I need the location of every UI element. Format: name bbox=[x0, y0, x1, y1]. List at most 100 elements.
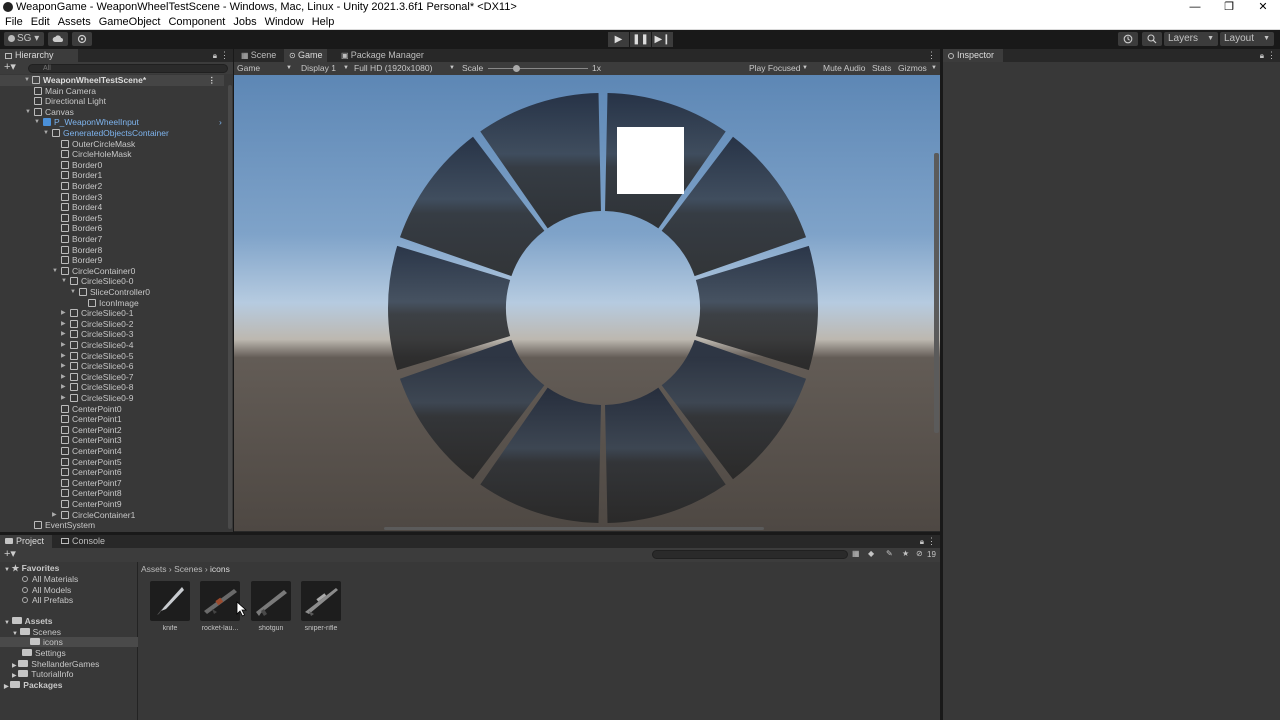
hierarchy-item[interactable]: Directional Light bbox=[34, 96, 106, 107]
close-button[interactable]: ✕ bbox=[1246, 0, 1280, 15]
menu-file[interactable]: File bbox=[2, 15, 26, 29]
more-options-icon[interactable]: ⋮ bbox=[927, 535, 936, 548]
menu-help[interactable]: Help bbox=[309, 15, 338, 29]
chevron-right-icon[interactable]: ▶ bbox=[61, 372, 66, 383]
hierarchy-item[interactable]: ▼ P_WeaponWheelInput › bbox=[34, 117, 222, 128]
folder-shellandergames[interactable]: ▶ ShellanderGames bbox=[12, 659, 99, 669]
menu-jobs[interactable]: Jobs bbox=[230, 15, 259, 29]
hidden-packages-icon[interactable]: ⊘ bbox=[916, 549, 923, 558]
lock-icon[interactable]: 🔒︎ bbox=[1260, 49, 1264, 62]
hierarchy-item[interactable]: ▼ Canvas bbox=[25, 107, 74, 118]
chevron-right-icon[interactable]: ▶ bbox=[61, 340, 66, 351]
hierarchy-item[interactable]: Border5 bbox=[61, 213, 102, 224]
hierarchy-item[interactable]: ▼ CircleContainer0 bbox=[52, 266, 135, 277]
add-object-button[interactable]: +▾ bbox=[4, 60, 16, 73]
asset-shotgun[interactable]: shotgun bbox=[251, 581, 295, 632]
hierarchy-item[interactable]: ▶ CircleSlice0-9 bbox=[61, 393, 133, 404]
step-button[interactable]: ▶❙ bbox=[652, 32, 673, 47]
menu-component[interactable]: Component bbox=[165, 15, 228, 29]
display-mode-dropdown[interactable]: Game bbox=[237, 62, 260, 75]
layers-dropdown[interactable]: Layers ▼ bbox=[1164, 32, 1218, 46]
menu-window[interactable]: Window bbox=[262, 15, 307, 29]
chevron-down-icon[interactable]: ▼ bbox=[24, 75, 30, 86]
pause-button[interactable]: ❚❚ bbox=[630, 32, 651, 47]
hierarchy-item[interactable]: CenterPoint5 bbox=[61, 457, 122, 468]
maximize-button[interactable]: ❐ bbox=[1212, 0, 1246, 15]
hierarchy-item[interactable]: ▼ SliceController0 bbox=[70, 287, 150, 298]
hierarchy-item[interactable]: Border1 bbox=[61, 170, 102, 181]
mute-audio-toggle[interactable]: Mute Audio bbox=[823, 62, 866, 75]
history-button[interactable] bbox=[1118, 32, 1138, 46]
chevron-right-icon[interactable]: ▶ bbox=[61, 329, 66, 340]
hierarchy-item[interactable]: CenterPoint0 bbox=[61, 404, 122, 415]
play-button[interactable]: ▶ bbox=[608, 32, 629, 47]
hierarchy-item[interactable]: Border4 bbox=[61, 202, 102, 213]
scale-slider[interactable] bbox=[488, 68, 588, 69]
asset-sniper-rifle[interactable]: sniper-rifle bbox=[301, 581, 345, 632]
menu-edit[interactable]: Edit bbox=[28, 15, 53, 29]
chevron-right-icon[interactable]: ▶ bbox=[61, 393, 66, 404]
hierarchy-item[interactable]: ▶ CircleSlice0-1 bbox=[61, 308, 133, 319]
hierarchy-item[interactable]: ▶ CircleSlice0-7 bbox=[61, 372, 133, 383]
hierarchy-item[interactable]: Border3 bbox=[61, 192, 102, 203]
collab-button[interactable] bbox=[72, 32, 92, 46]
hierarchy-item[interactable]: CenterPoint9 bbox=[61, 499, 122, 510]
chevron-right-icon[interactable]: ▶ bbox=[61, 351, 66, 362]
tab-console[interactable]: Console bbox=[56, 535, 110, 548]
asset-knife[interactable]: knife bbox=[150, 581, 194, 632]
hierarchy-item[interactable]: CenterPoint2 bbox=[61, 425, 122, 436]
hierarchy-item[interactable]: Border0 bbox=[61, 160, 102, 171]
chevron-right-icon[interactable]: ▶ bbox=[61, 319, 66, 330]
lock-icon[interactable]: 🔒︎ bbox=[920, 535, 924, 548]
hierarchy-item[interactable]: CenterPoint6 bbox=[61, 467, 122, 478]
more-options-icon[interactable]: ⋮ bbox=[208, 75, 217, 86]
hierarchy-item[interactable]: CenterPoint1 bbox=[61, 414, 122, 425]
hierarchy-item[interactable]: ▶ CircleSlice0-4 bbox=[61, 340, 133, 351]
game-view-hscrollbar[interactable] bbox=[384, 527, 764, 530]
chevron-right-icon[interactable]: ▶ bbox=[61, 361, 66, 372]
scene-root[interactable]: ▼ WeaponWheelTestScene* ⋮ bbox=[0, 75, 224, 86]
account-dropdown[interactable]: SG ▾ bbox=[4, 32, 44, 46]
hierarchy-item[interactable]: ▶ CircleSlice0-5 bbox=[61, 351, 133, 362]
lock-icon[interactable]: 🔒︎ bbox=[213, 49, 217, 62]
hierarchy-item[interactable]: Border7 bbox=[61, 234, 102, 245]
folder-icons[interactable]: icons bbox=[0, 637, 138, 647]
chevron-right-icon[interactable]: › bbox=[219, 117, 222, 128]
folder-scenes[interactable]: ▼ Scenes bbox=[12, 627, 61, 637]
hierarchy-item[interactable]: CenterPoint7 bbox=[61, 478, 122, 489]
hierarchy-item[interactable]: Border9 bbox=[61, 255, 102, 266]
create-asset-button[interactable]: +▾ bbox=[4, 547, 16, 560]
breadcrumb-assets[interactable]: Assets bbox=[141, 564, 167, 574]
hierarchy-scrollbar[interactable] bbox=[228, 85, 232, 529]
favorite-star-icon[interactable]: ★ bbox=[902, 549, 909, 558]
hierarchy-item[interactable]: Main Camera bbox=[34, 86, 96, 97]
hierarchy-item[interactable]: ▼ GeneratedObjectsContainer bbox=[43, 128, 169, 139]
chevron-down-icon[interactable]: ▼ bbox=[34, 117, 40, 128]
menu-assets[interactable]: Assets bbox=[55, 15, 94, 29]
play-focused-dropdown[interactable]: Play Focused bbox=[749, 62, 801, 75]
brush-icon[interactable]: ✎ bbox=[886, 549, 893, 558]
chevron-down-icon[interactable]: ▼ bbox=[25, 107, 31, 118]
favorites-header[interactable]: ▼ ★ Favorites bbox=[4, 563, 59, 573]
game-view-scrollbar[interactable] bbox=[934, 153, 939, 433]
hierarchy-item[interactable]: Border8 bbox=[61, 245, 102, 256]
chevron-down-icon[interactable]: ▼ bbox=[52, 266, 58, 277]
tab-inspector[interactable]: Inspector bbox=[943, 49, 1003, 62]
hierarchy-item[interactable]: ▶ CircleSlice0-6 bbox=[61, 361, 133, 372]
cloud-button[interactable] bbox=[48, 32, 68, 46]
hierarchy-item[interactable]: CenterPoint4 bbox=[61, 446, 122, 457]
more-options-icon[interactable]: ⋮ bbox=[927, 49, 936, 62]
hierarchy-item[interactable]: CenterPoint8 bbox=[61, 488, 122, 499]
menu-gameobject[interactable]: GameObject bbox=[96, 15, 164, 29]
hierarchy-item[interactable]: ▶ CircleSlice0-3 bbox=[61, 329, 133, 340]
hierarchy-search-input[interactable]: All bbox=[28, 64, 228, 73]
search-button[interactable] bbox=[1142, 32, 1162, 46]
favorite-all-prefabs[interactable]: All Prefabs bbox=[22, 595, 73, 605]
chevron-right-icon[interactable]: ▶ bbox=[52, 510, 57, 521]
gizmos-toggle[interactable]: Gizmos bbox=[898, 62, 927, 75]
favorite-all-models[interactable]: All Models bbox=[22, 585, 71, 595]
chevron-right-icon[interactable]: ▶ bbox=[61, 382, 66, 393]
hierarchy-item[interactable]: ▶ CircleSlice0-2 bbox=[61, 319, 133, 330]
stats-toggle[interactable]: Stats bbox=[872, 62, 891, 75]
breadcrumb-icons[interactable]: icons bbox=[210, 564, 230, 574]
